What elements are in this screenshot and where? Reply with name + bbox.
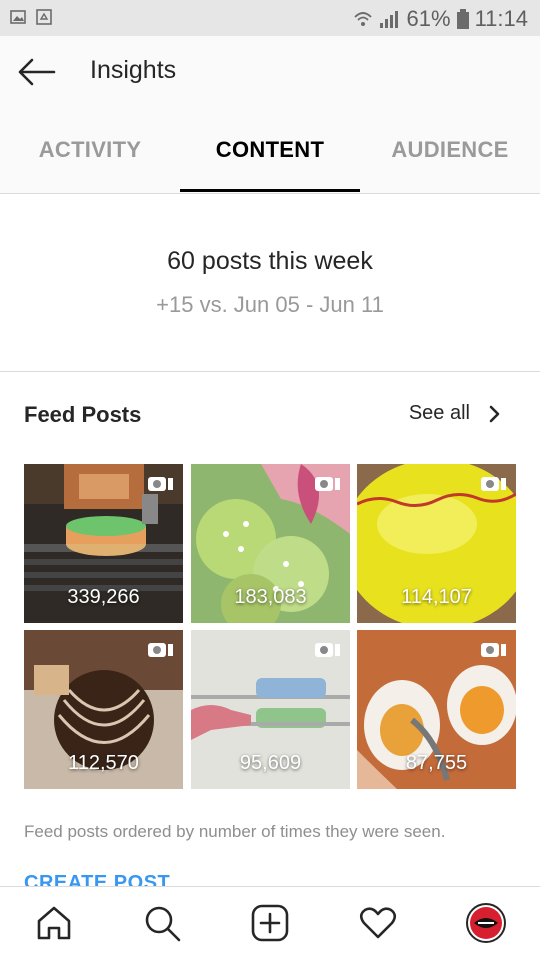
video-icon	[481, 477, 506, 491]
nav-activity[interactable]	[358, 903, 398, 943]
see-all-label: See all	[408, 402, 470, 424]
status-bar: 61% 11:14	[0, 0, 540, 36]
video-icon	[315, 643, 340, 657]
battery-percent: 61%	[406, 6, 451, 31]
feed-posts-title: Feed Posts	[24, 402, 142, 427]
tab-audience[interactable]: AUDIENCE	[360, 108, 540, 192]
signal-icon	[379, 11, 398, 28]
posts-summary: 60 posts this week +15 vs. Jun 05 - Jun …	[0, 193, 540, 372]
posts-count: 60 posts this week	[167, 247, 373, 275]
video-icon	[148, 643, 173, 657]
insights-tabs: ACTIVITY CONTENT AUDIENCE	[0, 108, 540, 194]
post-thumbnail[interactable]: 183,083	[191, 464, 350, 623]
post-view-count: 95,609	[239, 752, 302, 774]
chevron-right-icon	[489, 405, 500, 422]
post-view-count: 112,570	[68, 752, 139, 774]
posts-comparison: +15 vs. Jun 05 - Jun 11	[156, 292, 384, 317]
nav-home[interactable]	[34, 903, 74, 943]
status-right: 61% 11:14	[353, 6, 528, 32]
tab-content[interactable]: CONTENT	[180, 108, 360, 192]
back-button[interactable]	[10, 48, 60, 96]
status-notification-icons	[10, 9, 52, 25]
battery-icon	[456, 9, 469, 29]
see-all-button[interactable]: See all	[409, 402, 502, 425]
post-view-count: 183,083	[234, 586, 307, 608]
nav-new-post[interactable]	[250, 903, 290, 943]
active-tab-indicator	[180, 189, 360, 192]
search-icon	[145, 906, 181, 942]
recycle-notification-icon	[36, 9, 52, 25]
video-icon	[315, 477, 340, 491]
feed-posts-caption: Feed posts ordered by number of times th…	[24, 822, 446, 841]
wifi-icon	[353, 12, 372, 26]
profile-avatar	[466, 903, 506, 943]
video-icon	[481, 643, 506, 657]
post-view-count: 339,266	[67, 586, 140, 608]
clock: 11:14	[474, 6, 528, 31]
app-bar: Insights	[0, 36, 540, 109]
post-thumbnail[interactable]: 112,570	[24, 630, 183, 789]
back-arrow-icon	[18, 58, 56, 86]
post-thumbnail[interactable]: 87,755	[357, 630, 516, 789]
post-view-count: 87,755	[405, 752, 468, 774]
heart-icon	[359, 907, 397, 939]
video-icon	[148, 477, 173, 491]
home-icon	[37, 906, 71, 940]
nav-profile[interactable]	[466, 903, 506, 943]
post-view-count: 114,107	[401, 586, 472, 608]
nav-search[interactable]	[142, 903, 182, 943]
tab-activity[interactable]: ACTIVITY	[0, 108, 180, 192]
image-notification-icon	[10, 10, 26, 24]
add-post-icon	[251, 904, 289, 942]
page-title: Insights	[90, 56, 177, 84]
post-thumbnail[interactable]: 114,107	[357, 464, 516, 623]
post-thumbnail[interactable]: 95,609	[191, 630, 350, 789]
bottom-navigation	[0, 886, 540, 961]
post-thumbnail[interactable]: 339,266	[24, 464, 183, 623]
